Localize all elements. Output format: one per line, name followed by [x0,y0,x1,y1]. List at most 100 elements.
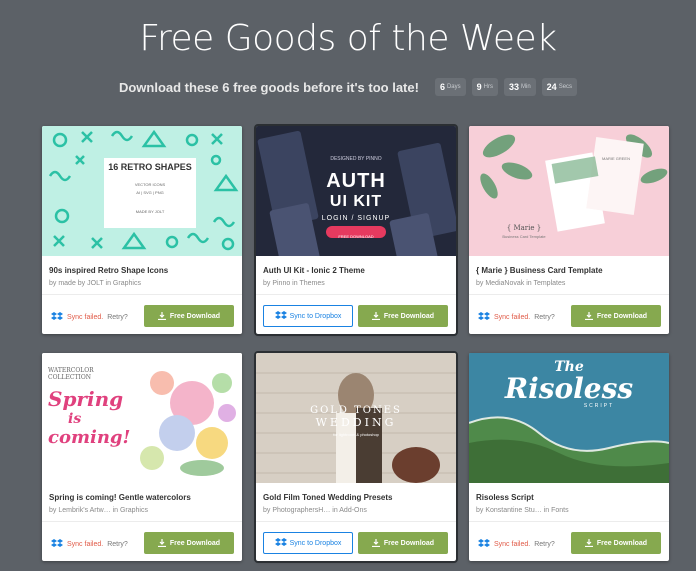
artwork-caption: The Risoless SCRIPT [469,359,669,409]
sync-status: Sync failed. Retry? [51,306,128,328]
artwork-text: Business Card Template [502,234,546,239]
product-name[interactable]: 90s inspired Retro Shape Icons [49,266,168,275]
artwork-text: AI | SVG | PNG [136,190,164,195]
artwork-title: AUTH [326,170,386,192]
countdown-minutes: 33 Min [503,78,536,96]
sync-to-dropbox-button[interactable]: Sync to Dropbox [263,305,353,327]
card-divider [469,521,669,522]
download-icon [371,312,380,320]
button-label: Free Download [169,539,221,547]
dropbox-icon [51,539,63,547]
artwork-text: LOGIN / SIGNUP [321,215,391,222]
artwork-text: VECTOR ICONS [134,182,166,187]
button-label: Free Download [596,539,648,547]
card-divider [469,294,669,295]
product-thumbnail[interactable]: DESIGNED BY PINNO AUTH UI KIT LOGIN / SI… [256,126,456,256]
sync-failed-text: Sync failed. [494,313,531,321]
countdown-seconds: 24 Secs [541,78,578,96]
sync-status: Sync failed. Retry? [478,533,555,555]
sync-status: Sync failed. Retry? [478,306,555,328]
product-thumbnail[interactable]: 16 RETRO SHAPES VECTOR ICONS AI | SVG | … [42,126,242,256]
product-byline: by Konstantine Stu… in Fonts [476,507,569,514]
product-name[interactable]: Gold Film Toned Wedding Presets [263,493,393,502]
product-thumbnail[interactable]: The Risoless SCRIPT [469,353,669,483]
artwork-text: COLLECTION [48,374,91,381]
artwork-text: MADE BY JOLT [135,209,165,214]
artwork-title: { Marie } [506,224,542,232]
artwork-title: GOLD TONES [310,405,402,416]
product-thumbnail[interactable]: { Marie } Business Card Template MARIE G… [469,126,669,256]
countdown-bar: Download these 6 free goods before it's … [0,78,696,96]
countdown-unit: Secs [558,84,573,90]
free-download-button[interactable]: Free Download [571,532,661,554]
button-label: Free Download [383,312,435,320]
artwork-text: WATERCOLOR [48,367,94,374]
download-icon [157,539,166,547]
retry-link[interactable]: Retry? [107,314,128,321]
download-icon [584,312,593,320]
retry-link[interactable]: Retry? [534,314,555,321]
product-card[interactable]: { Marie } Business Card Template MARIE G… [469,126,669,334]
product-name[interactable]: Spring is coming! Gentle watercolors [49,493,191,502]
artwork-text: for lightroom & photoshop [333,432,379,437]
free-download-button[interactable]: Free Download [144,305,234,327]
artwork-caption: { Marie } Business Card Template [469,224,579,239]
countdown-value: 33 [508,82,519,92]
countdown-subtitle: Download these 6 free goods before it's … [118,79,419,95]
product-byline: by Lembrik's Artw… in Graphics [49,507,148,514]
artwork-text: DESIGNED BY PINNO [330,156,382,162]
product-byline: by MediaNovak in Templates [476,280,566,287]
artwork-title: Spring [48,387,124,411]
free-download-button[interactable]: Free Download [571,305,661,327]
card-divider [42,294,242,295]
button-label: Sync to Dropbox [289,312,342,320]
dropbox-icon [274,311,287,319]
product-card[interactable]: 16 RETRO SHAPES VECTOR ICONS AI | SVG | … [42,126,242,334]
countdown-value: 9 [476,82,482,92]
product-card[interactable]: GOLD TONES WEDDING for lightroom & photo… [254,351,458,563]
download-icon [584,539,593,547]
countdown-days: 6 Days [434,78,466,96]
product-byline: by made by JOLT in Graphics [49,280,141,287]
retry-link[interactable]: Retry? [107,541,128,548]
button-label: Sync to Dropbox [289,539,342,547]
free-download-button[interactable]: Free Download [144,532,234,554]
product-card[interactable]: WATERCOLOR COLLECTION Spring is coming! … [42,353,242,561]
button-label: Free Download [383,539,435,547]
sync-failed-text: Sync failed. [494,540,531,548]
product-name[interactable]: { Marie } Business Card Template [476,266,603,275]
free-download-button[interactable]: Free Download [358,532,448,554]
artwork-caption: WATERCOLOR COLLECTION Spring is coming! [48,367,131,448]
product-thumbnail[interactable]: GOLD TONES WEDDING for lightroom & photo… [256,353,456,483]
card-divider [256,521,456,522]
page-title: Free Goods of the Week [139,18,557,59]
dropbox-icon [478,312,490,320]
product-card[interactable]: The Risoless SCRIPT Risoless Script by K… [469,353,669,561]
artwork-text: FREE DOWNLOAD [338,234,374,239]
artwork-title: is [68,411,82,427]
countdown-unit: Days [446,84,461,90]
product-byline: by Pinno in Themes [263,280,325,287]
sync-to-dropbox-button[interactable]: Sync to Dropbox [263,532,353,554]
product-card[interactable]: DESIGNED BY PINNO AUTH UI KIT LOGIN / SI… [254,124,458,336]
artwork-title: WEDDING [315,416,397,429]
download-icon [157,312,166,320]
download-icon [371,539,380,547]
artwork-caption: DESIGNED BY PINNO AUTH UI KIT LOGIN / SI… [256,156,456,239]
artwork-title: Risoless [504,372,634,405]
card-divider [42,521,242,522]
product-name[interactable]: Risoless Script [476,493,534,502]
button-label: Free Download [169,312,221,320]
retry-link[interactable]: Retry? [534,541,555,548]
dropbox-icon [274,538,287,546]
product-name[interactable]: Auth UI Kit - Ionic 2 Theme [263,266,365,275]
button-label: Free Download [596,312,648,320]
artwork-title: coming! [48,427,131,448]
sync-status: Sync failed. Retry? [51,533,128,555]
card-divider [256,294,456,295]
artwork-title: UI KIT [329,193,383,210]
free-download-button[interactable]: Free Download [358,305,448,327]
artwork-caption: GOLD TONES WEDDING for lightroom & photo… [256,405,456,437]
countdown-value: 6 [439,82,445,92]
product-thumbnail[interactable]: WATERCOLOR COLLECTION Spring is coming! [42,353,242,483]
